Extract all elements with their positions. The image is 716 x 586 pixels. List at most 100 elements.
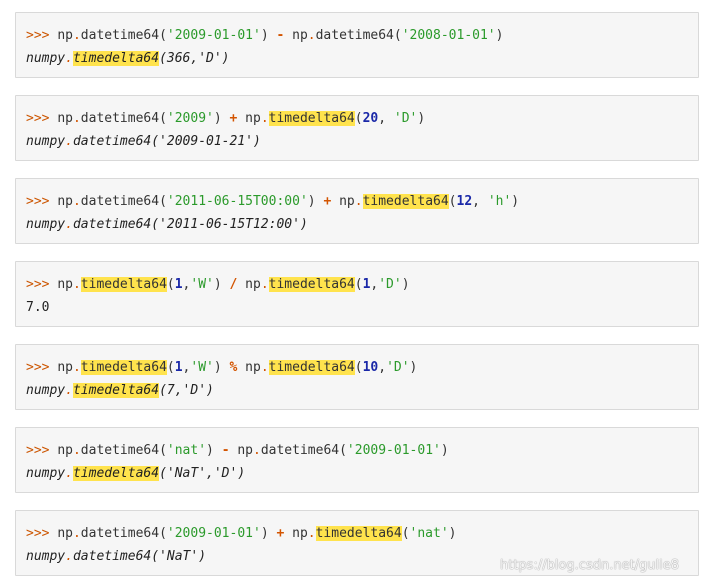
code-block-2[interactable]: >>> np.datetime64('2009') + np.timedelta… [15,95,699,161]
highlighted-keyword: timedelta64 [268,360,355,375]
code-token: ( [448,194,457,209]
code-token: datetime64('NaT') [72,549,207,564]
code-token: '2009' [166,111,214,126]
code-block-1[interactable]: >>> np.datetime64('2009-01-01') - np.dat… [15,12,699,78]
code-input-line-6: >>> np.datetime64('nat') - np.datetime64… [26,439,698,462]
code-token: . [307,28,316,43]
code-token: , [472,194,488,209]
code-token: 'nat' [409,526,449,541]
highlighted-keyword: timedelta64 [268,111,355,126]
code-token: . [72,443,81,458]
code-token: 'W' [190,277,214,292]
highlighted-keyword: timedelta64 [80,277,167,292]
code-input-line-5: >>> np.timedelta64(1,'W') % np.timedelta… [26,356,698,379]
code-token: , [378,360,387,375]
code-output-line-2: numpy.datetime64('2009-01-21') [26,130,698,153]
code-token: . [65,51,73,66]
code-token: np [57,111,73,126]
code-token: ) [307,194,324,209]
code-token: . [65,383,73,398]
highlighted-keyword: timedelta64 [72,51,160,66]
code-input-line-7: >>> np.datetime64('2009-01-01') + np.tim… [26,522,698,545]
code-token: 1 [174,277,183,292]
code-output-line-1: numpy.timedelta64(366,'D') [26,47,698,70]
code-token: np [57,28,73,43]
code-token: np [284,526,308,541]
code-token: datetime64( [80,443,167,458]
code-input-line-1: >>> np.datetime64('2009-01-01') - np.dat… [26,24,698,47]
code-token: datetime64( [80,28,167,43]
code-token: ) [417,111,426,126]
code-token: ( [354,111,363,126]
code-token: ) [213,111,230,126]
code-token: ) [213,360,230,375]
code-block-3[interactable]: >>> np.datetime64('2011-06-15T00:00') + … [15,178,699,244]
code-token: np [57,443,73,458]
code-token: np [229,443,253,458]
code-token: numpy [26,51,66,66]
code-output-line-5: numpy.timedelta64(7,'D') [26,379,698,402]
code-token: numpy [26,217,66,232]
code-token: '2009-01-01' [166,526,261,541]
code-token: 1 [174,360,183,375]
code-token: 12 [456,194,473,209]
code-token: np [284,28,308,43]
code-block-5[interactable]: >>> np.timedelta64(1,'W') % np.timedelta… [15,344,699,410]
code-token: np [57,194,73,209]
code-token: ) [260,28,277,43]
code-token: '2011-06-15T00:00' [166,194,308,209]
code-token: datetime64( [260,443,347,458]
code-token: numpy [26,466,66,481]
code-token: datetime64('2009-01-21') [72,134,261,149]
code-token: numpy [26,134,66,149]
code-token: . [72,28,81,43]
code-token: (7,'D') [159,383,214,398]
code-token: ) [401,277,410,292]
code-input-line-4: >>> np.timedelta64(1,'W') / np.timedelta… [26,273,698,296]
code-token: ) [260,526,277,541]
code-token: datetime64( [315,28,402,43]
code-token: . [65,549,73,564]
code-token: ('NaT','D') [159,466,246,481]
code-token: (366,'D') [159,51,230,66]
code-token: . [307,526,316,541]
highlighted-keyword: timedelta64 [72,383,160,398]
code-token: '2009-01-01' [166,28,261,43]
code-token: 'h' [487,194,512,209]
code-token: . [72,360,81,375]
code-token: . [72,111,81,126]
code-token: ( [166,360,175,375]
code-token: ) [409,360,418,375]
code-block-6[interactable]: >>> np.datetime64('nat') - np.datetime64… [15,427,699,493]
code-token: >>> [26,277,58,292]
code-block-4[interactable]: >>> np.timedelta64(1,'W') / np.timedelta… [15,261,699,327]
code-token: ) [448,526,457,541]
code-token: ( [354,360,363,375]
code-token: ) [213,277,230,292]
code-token: . [260,277,269,292]
code-token: >>> [26,28,58,43]
code-token: 20 [362,111,379,126]
code-token: datetime64( [80,194,167,209]
code-token: np [57,526,73,541]
code-token: . [65,466,73,481]
code-token: 'D' [393,111,418,126]
code-token: ) [495,28,504,43]
code-token: . [260,360,269,375]
highlighted-keyword: timedelta64 [80,360,167,375]
code-output-line-3: numpy.datetime64('2011-06-15T12:00') [26,213,698,236]
highlighted-keyword: timedelta64 [268,277,355,292]
code-token: np [331,194,355,209]
code-token: ) [206,443,222,458]
code-token: np [237,277,261,292]
code-token: . [260,111,269,126]
code-token: 'W' [190,360,214,375]
code-token: np [237,360,261,375]
code-token: >>> [26,443,58,458]
watermark-url: https://blog.csdn.net/gulie8 [500,558,680,573]
code-token: >>> [26,526,58,541]
code-token: np [57,360,73,375]
code-token: np [237,111,261,126]
code-token: . [72,277,81,292]
code-token: ) [440,443,449,458]
